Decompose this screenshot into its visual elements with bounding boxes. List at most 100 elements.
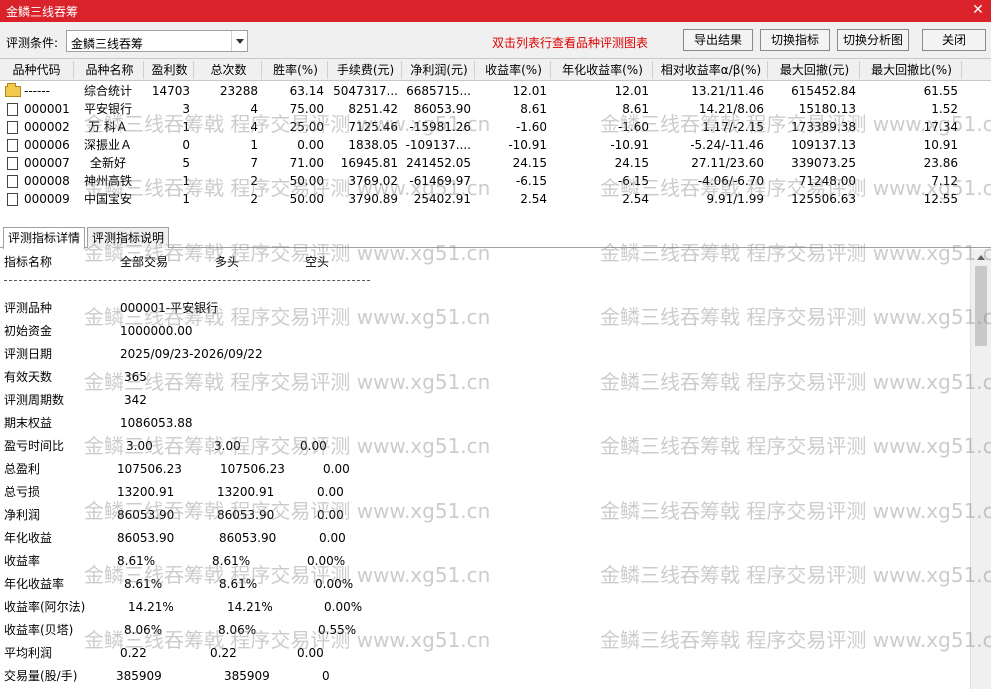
- table-cell: 50.00: [289, 192, 324, 206]
- table-row[interactable]: 000002 万 科Ａ 1 4 25.00 7125.46 -15981.26 -1.60 -1…: [0, 118, 991, 136]
- table-row[interactable]: 000008 神州高铁 1 2 50.00 3769.02 -61469.97 -6.15 -6…: [0, 172, 991, 190]
- table-cell: 75.00: [289, 102, 324, 116]
- close-icon[interactable]: ✕: [969, 1, 987, 19]
- table-cell: 000006: [24, 138, 70, 152]
- table-cell: 5: [182, 156, 190, 170]
- column-header[interactable]: 最大回撤比(%): [862, 61, 962, 79]
- switch-chart-button[interactable]: 切换分析图: [837, 29, 909, 51]
- column-header[interactable]: 品种名称: [76, 61, 144, 79]
- detail-header-cell: 多头: [215, 255, 240, 269]
- table-cell: -61469.97: [409, 174, 471, 188]
- metric-name: 交易量(股/手): [4, 669, 78, 683]
- folder-icon: [5, 83, 21, 97]
- tab-indicator-details[interactable]: 评测指标详情: [3, 227, 86, 249]
- metric-value: 8.61%: [124, 577, 163, 591]
- column-header[interactable]: 胜率(%): [264, 61, 328, 79]
- title-bar: 金鳞三线吞筹 ✕: [0, 0, 991, 22]
- table-cell: 17.34: [923, 120, 958, 134]
- metric-value: 86053.90: [219, 531, 277, 545]
- metric-value: 8.06%: [124, 623, 163, 637]
- table-cell: 3: [182, 102, 190, 116]
- hint-text: 双击列表行查看品种评测图表: [492, 36, 649, 50]
- metric-name: 收益率(阿尔法): [4, 600, 86, 614]
- column-header[interactable]: 品种代码: [0, 61, 74, 79]
- metric-value: 0.00: [317, 485, 344, 499]
- metric-value: 1000000.00: [120, 324, 193, 338]
- column-header[interactable]: 相对收益率α/β(%): [655, 61, 768, 79]
- column-header[interactable]: 手续费(元): [330, 61, 402, 79]
- table-cell: 12.01: [614, 84, 649, 98]
- tab-indicator-description[interactable]: 评测指标说明: [87, 227, 170, 248]
- metric-value: 86053.90: [117, 531, 175, 545]
- export-button[interactable]: 导出结果: [683, 29, 753, 51]
- toolbar: 评测条件: 金鳞三线吞筹 双击列表行查看品种评测图表 导出结果 切换指标 切换分…: [0, 22, 991, 58]
- table-cell: 中国宝安: [83, 192, 132, 206]
- table-cell: 241452.05: [406, 156, 471, 170]
- window-title: 金鳞三线吞筹: [6, 5, 79, 19]
- close-button[interactable]: 关闭: [922, 29, 986, 51]
- condition-select-value: 金鳞三线吞筹: [71, 37, 144, 51]
- table-row[interactable]: 000006 深振业Ａ 0 1 0.00 1838.05 -109137.... -10.91…: [0, 136, 991, 154]
- table-cell: 125506.63: [791, 192, 856, 206]
- table-cell: 8251.42: [348, 102, 398, 116]
- metric-value: 0.55%: [318, 623, 357, 637]
- table-cell: 15180.13: [798, 102, 856, 116]
- table-cell: 2: [250, 174, 258, 188]
- scroll-thumb[interactable]: [975, 266, 987, 346]
- scroll-up-icon[interactable]: [977, 255, 985, 260]
- column-header[interactable]: 年化收益率(%): [553, 61, 653, 79]
- detail-panel: 指标名称 全部交易 多头 空头 评测品种 000001-平安银行 初始资金 1000000.0…: [0, 249, 970, 689]
- table-cell: 1: [182, 174, 190, 188]
- column-header[interactable]: 总次数: [196, 61, 262, 79]
- chevron-down-icon[interactable]: [231, 31, 247, 51]
- switch-indicator-button[interactable]: 切换指标: [760, 29, 830, 51]
- table-cell: 4: [250, 102, 258, 116]
- column-header[interactable]: 收益率(%): [477, 61, 551, 79]
- table-cell: -4.06/-6.70: [697, 174, 764, 188]
- table-cell: 综合统计: [83, 84, 132, 98]
- metric-value: 0.00: [323, 462, 350, 476]
- condition-select[interactable]: 金鳞三线吞筹: [66, 30, 248, 52]
- table-cell: 14703: [151, 84, 190, 98]
- table-cell: 27.11/23.60: [691, 156, 764, 170]
- metric-value: 342: [124, 393, 147, 407]
- table-cell: 10.91: [923, 138, 958, 152]
- table-cell: 61.55: [923, 84, 958, 98]
- table-cell: 000001: [24, 102, 70, 116]
- table-row[interactable]: 000009 中国宝安 1 2 50.00 3790.89 25402.91 2.54 2.54…: [0, 190, 991, 208]
- metric-value: 0: [322, 669, 330, 683]
- column-header[interactable]: 最大回撤(元): [770, 61, 860, 79]
- divider: [4, 280, 370, 281]
- table-cell: 平安银行: [83, 102, 132, 116]
- detail-header-cell: 指标名称: [4, 255, 53, 269]
- table-row[interactable]: ------ 综合统计 14703 23288 63.14 5047317... 66857…: [0, 82, 991, 100]
- table-cell: 深振业Ａ: [83, 138, 132, 152]
- table-row[interactable]: 000001 平安银行 3 4 75.00 8251.42 86053.90 8.61 8.61…: [0, 100, 991, 118]
- table-cell: 25402.91: [413, 192, 471, 206]
- table-cell: ------: [24, 84, 50, 98]
- metric-name: 评测日期: [4, 347, 53, 361]
- metric-value: 8.61%: [117, 554, 156, 568]
- metric-value: 0.00: [319, 531, 346, 545]
- column-header[interactable]: 盈利数: [146, 61, 194, 79]
- document-icon: [7, 175, 18, 188]
- detail-header-cell: 空头: [305, 255, 330, 269]
- metric-value: 3.00: [214, 439, 241, 453]
- condition-label: 评测条件:: [6, 36, 59, 50]
- document-icon: [7, 103, 18, 116]
- metric-value: 8.61%: [219, 577, 258, 591]
- table-cell: 000007: [24, 156, 70, 170]
- table-cell: 24.15: [614, 156, 649, 170]
- column-header[interactable]: 净利润(元): [404, 61, 475, 79]
- table-cell: 23288: [219, 84, 258, 98]
- table-row[interactable]: 000007 全新好 5 7 71.00 16945.81 241452.05 24.15 24…: [0, 154, 991, 172]
- table-cell: 7.12: [931, 174, 958, 188]
- table-cell: 1: [182, 192, 190, 206]
- detail-scrollbar[interactable]: [970, 249, 991, 689]
- metric-value: 0.00%: [307, 554, 346, 568]
- table-cell: 7: [250, 156, 258, 170]
- results-table: 品种代码 品种名称 盈利数 总次数 胜率(%) 手续费(元) 净利润(元) 收益率(%) 年化收…: [0, 58, 991, 216]
- detail-tabs: 评测指标详情 评测指标说明: [0, 224, 991, 249]
- document-icon: [7, 139, 18, 152]
- table-cell: 71.00: [289, 156, 324, 170]
